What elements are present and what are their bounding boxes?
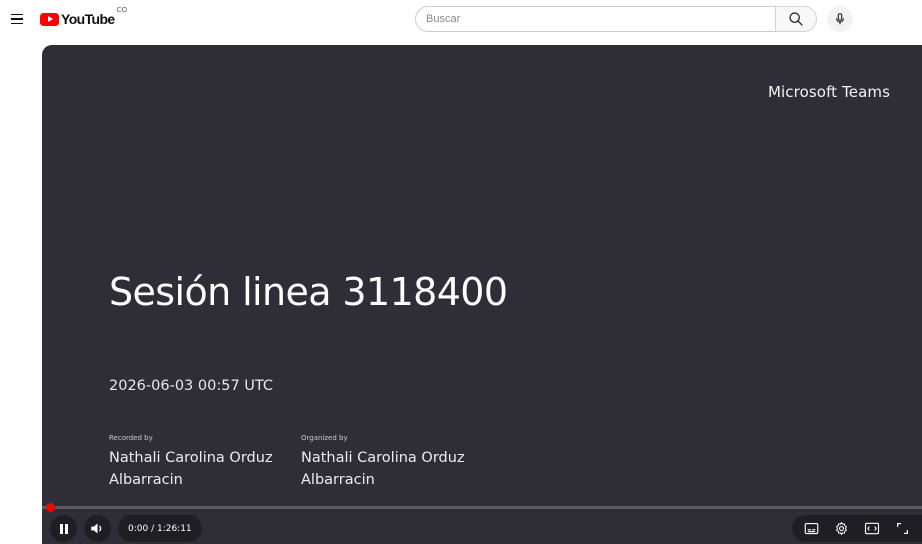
organized-by-label: Organized by — [301, 434, 348, 442]
pause-button[interactable] — [50, 515, 77, 542]
organized-by-name: Nathali Carolina Orduz Albarracin — [301, 450, 465, 488]
menu-icon[interactable] — [8, 10, 26, 28]
subtitles-icon — [804, 522, 819, 535]
recorded-by-name: Nathali Carolina Orduz Albarracin — [109, 450, 273, 488]
voice-search-button[interactable] — [827, 6, 853, 32]
recorded-by-label: Recorded by — [109, 434, 153, 442]
organized-by: Organized by Nathali Carolina Orduz Alba… — [301, 434, 481, 491]
settings-button[interactable] — [831, 518, 853, 540]
search-bar — [415, 6, 817, 32]
volume-icon — [91, 523, 102, 534]
logo-text: YouTube — [61, 11, 115, 27]
right-controls — [792, 515, 922, 542]
time-display: 0:00 / 1:26:11 — [118, 515, 202, 542]
recorded-by: Recorded by Nathali Carolina Orduz Albar… — [109, 434, 289, 491]
volume-button[interactable] — [84, 515, 111, 542]
theater-mode-icon — [865, 522, 880, 535]
progress-bar[interactable] — [42, 506, 922, 509]
video-title: Sesión linea 3118400 — [109, 270, 508, 314]
search-input[interactable] — [415, 6, 775, 32]
progress-scrubber[interactable] — [46, 503, 55, 512]
video-brand: Microsoft Teams — [768, 83, 890, 101]
pause-icon — [59, 523, 68, 534]
player-controls: 0:00 / 1:26:11 — [42, 513, 922, 544]
microphone-icon — [835, 13, 845, 25]
fullscreen-button[interactable] — [892, 518, 914, 540]
youtube-logo-icon — [40, 12, 59, 26]
search-icon — [789, 12, 803, 26]
youtube-logo[interactable]: YouTube CO — [40, 7, 127, 27]
theater-mode-button[interactable] — [861, 518, 883, 540]
video-player[interactable]: Microsoft Teams Sesión linea 3118400 202… — [42, 45, 922, 544]
settings-gear-icon — [836, 522, 848, 535]
search-button[interactable] — [775, 6, 817, 32]
fullscreen-icon — [897, 523, 909, 534]
top-bar: YouTube CO — [0, 0, 922, 40]
country-code: CO — [116, 7, 128, 14]
subtitles-button[interactable] — [800, 518, 822, 540]
video-datetime: 2026-06-03 00:57 UTC — [109, 378, 274, 394]
